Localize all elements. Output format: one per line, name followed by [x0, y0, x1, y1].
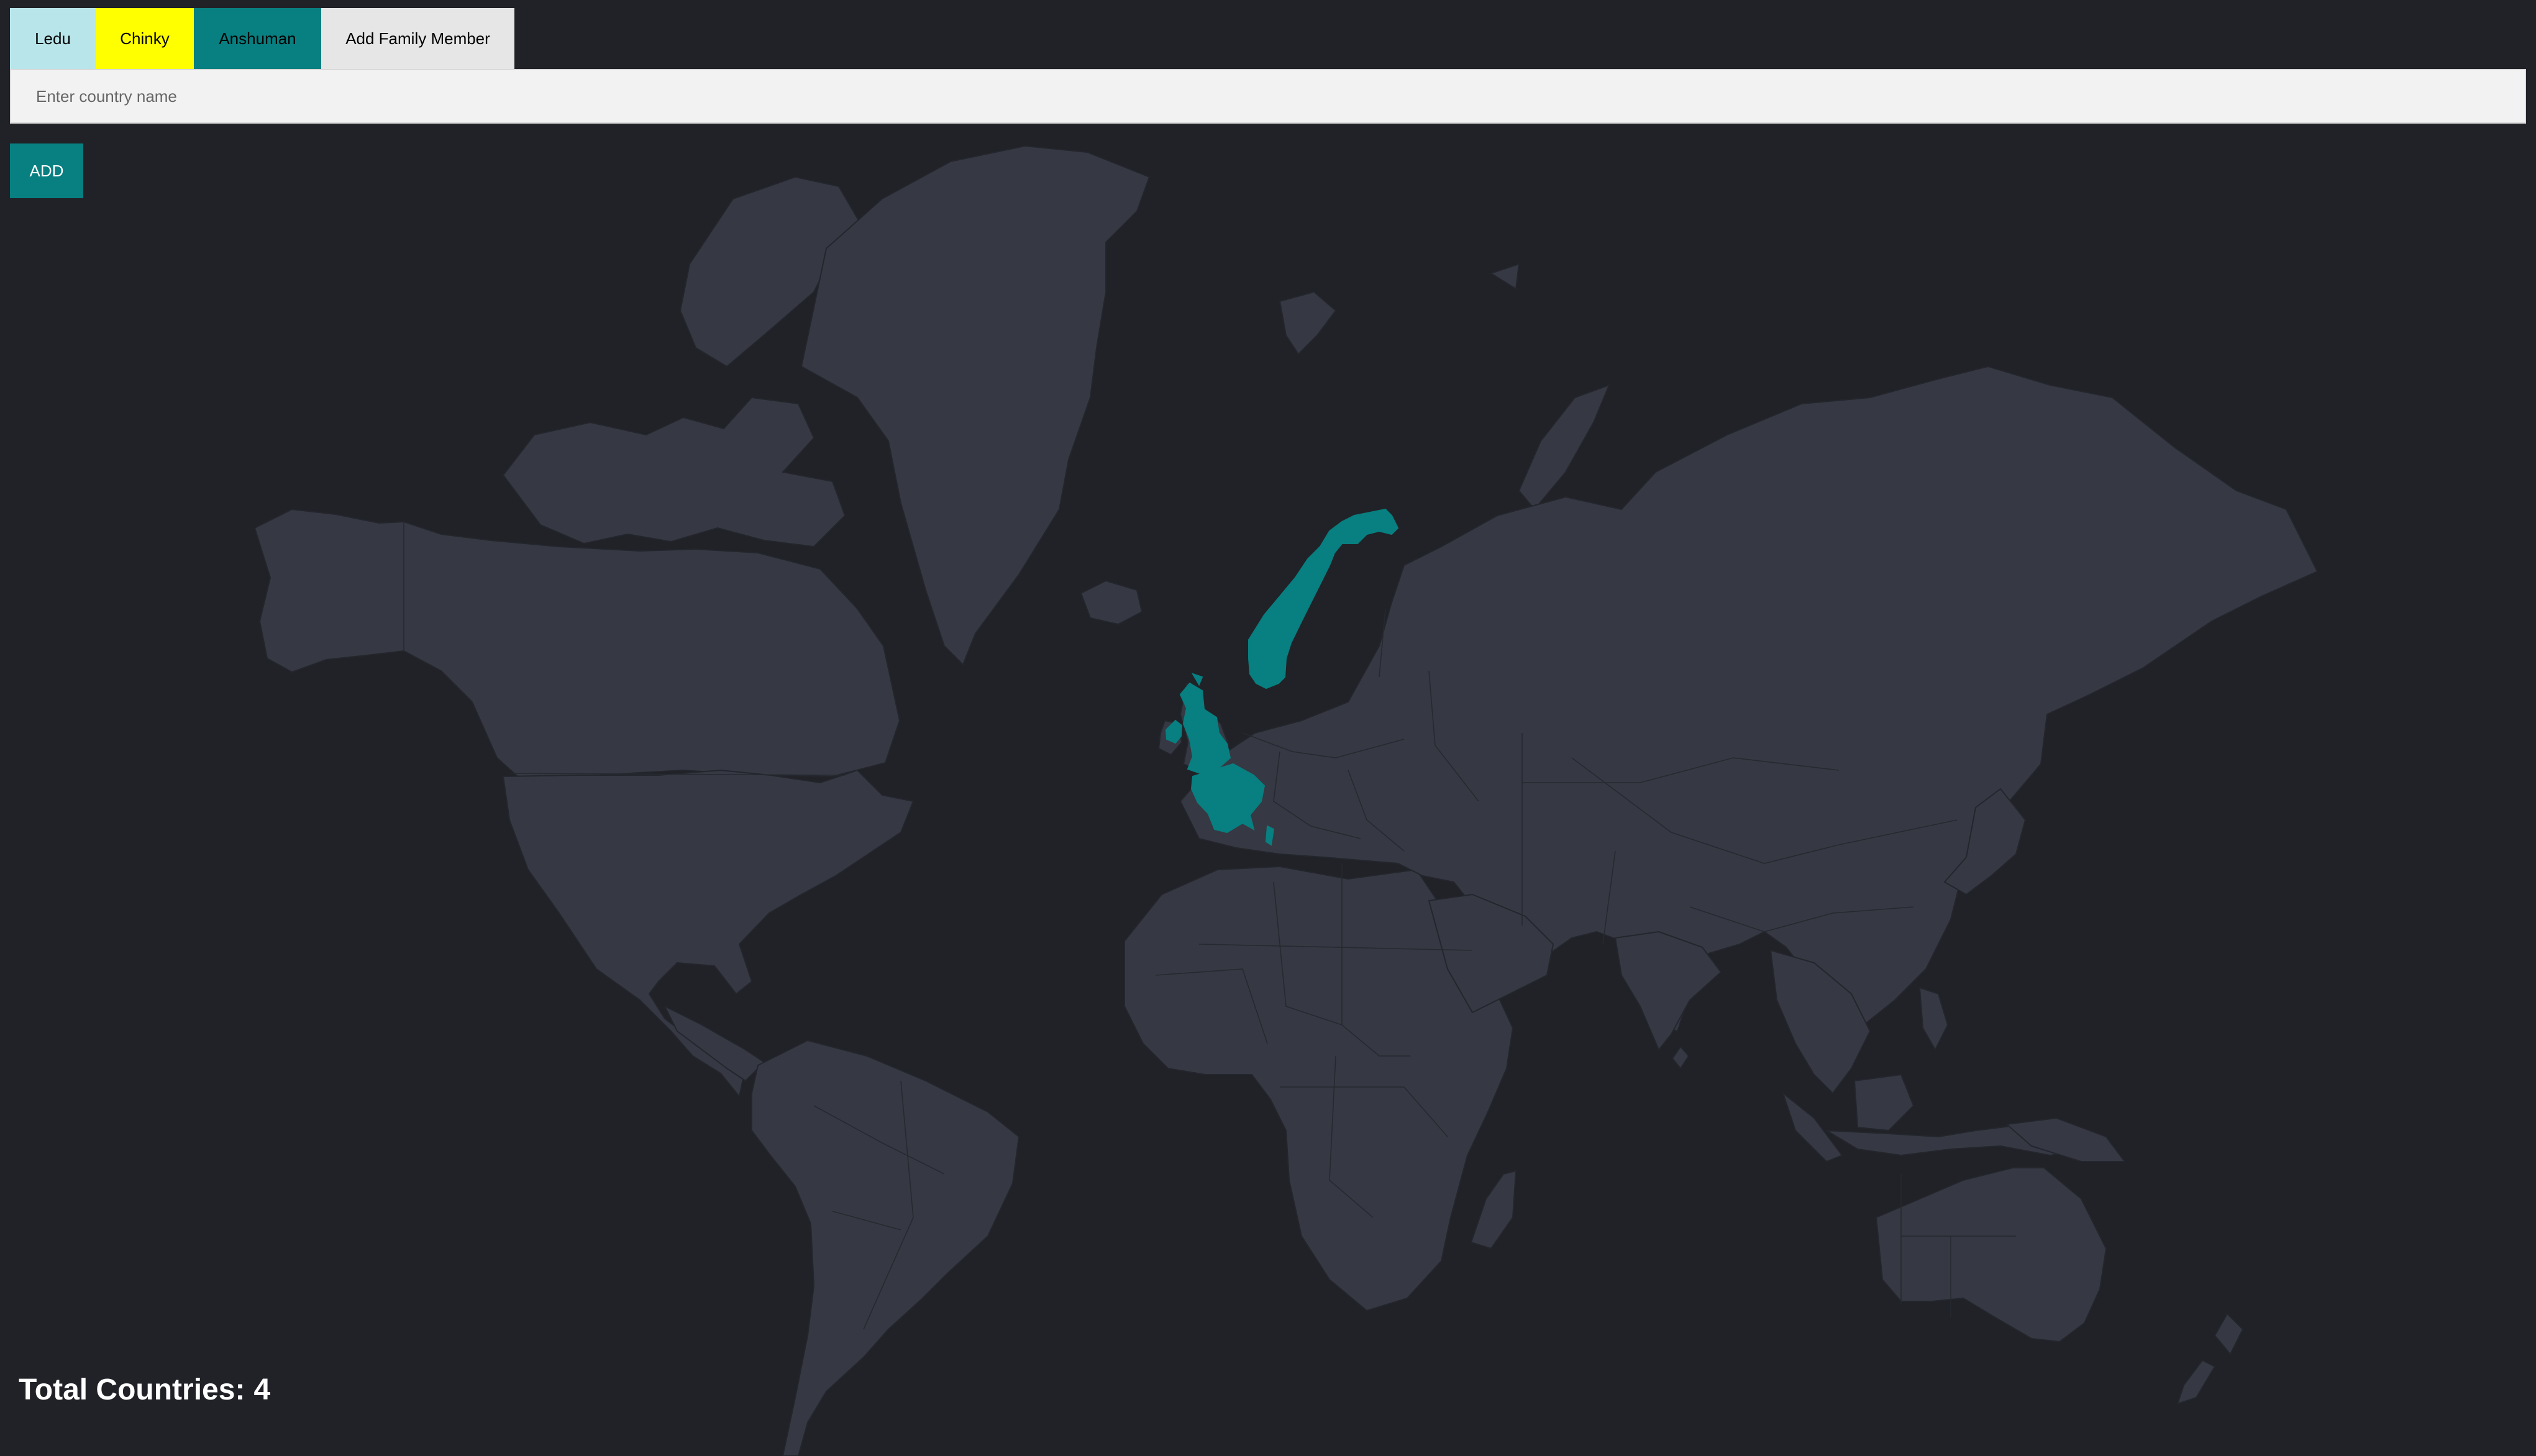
canadian-arctic-land — [503, 397, 846, 547]
philippines-land — [1919, 987, 1948, 1050]
land-masses — [254, 145, 2318, 1456]
world-map — [254, 145, 2318, 1456]
sri-lanka-land — [1672, 1046, 1689, 1069]
australia-land — [1876, 1167, 2107, 1342]
madagascar-land — [1471, 1170, 1517, 1249]
svalbard-land — [1279, 291, 1336, 355]
add-country-button[interactable]: ADD — [10, 143, 83, 198]
tab-chinky[interactable]: Chinky — [96, 8, 194, 69]
country-name-input[interactable] — [10, 69, 2526, 124]
new-guinea-land — [2006, 1117, 2125, 1162]
iceland-land — [1080, 580, 1143, 625]
alaska-canada-land — [254, 509, 900, 781]
total-countries-label: Total Countries: — [19, 1373, 245, 1406]
franz-josef-land — [1490, 263, 1520, 289]
family-member-tabs: Ledu Chinky Anshuman Add Family Member — [10, 8, 514, 69]
borneo-land — [1854, 1074, 1914, 1131]
new-zealand-land — [2177, 1313, 2243, 1404]
south-america-land — [751, 1040, 1019, 1456]
tab-ledu[interactable]: Ledu — [10, 8, 96, 69]
tab-anshuman[interactable]: Anshuman — [194, 8, 321, 69]
sumatra-land — [1782, 1093, 1843, 1162]
family-travel-map-app: Ledu Chinky Anshuman Add Family Member A… — [0, 0, 2536, 1456]
novaya-zemlya-land — [1518, 384, 1610, 510]
total-countries-summary: Total Countries: 4 — [19, 1373, 270, 1407]
add-family-member-tab[interactable]: Add Family Member — [321, 8, 514, 69]
total-countries-count: 4 — [253, 1373, 271, 1406]
